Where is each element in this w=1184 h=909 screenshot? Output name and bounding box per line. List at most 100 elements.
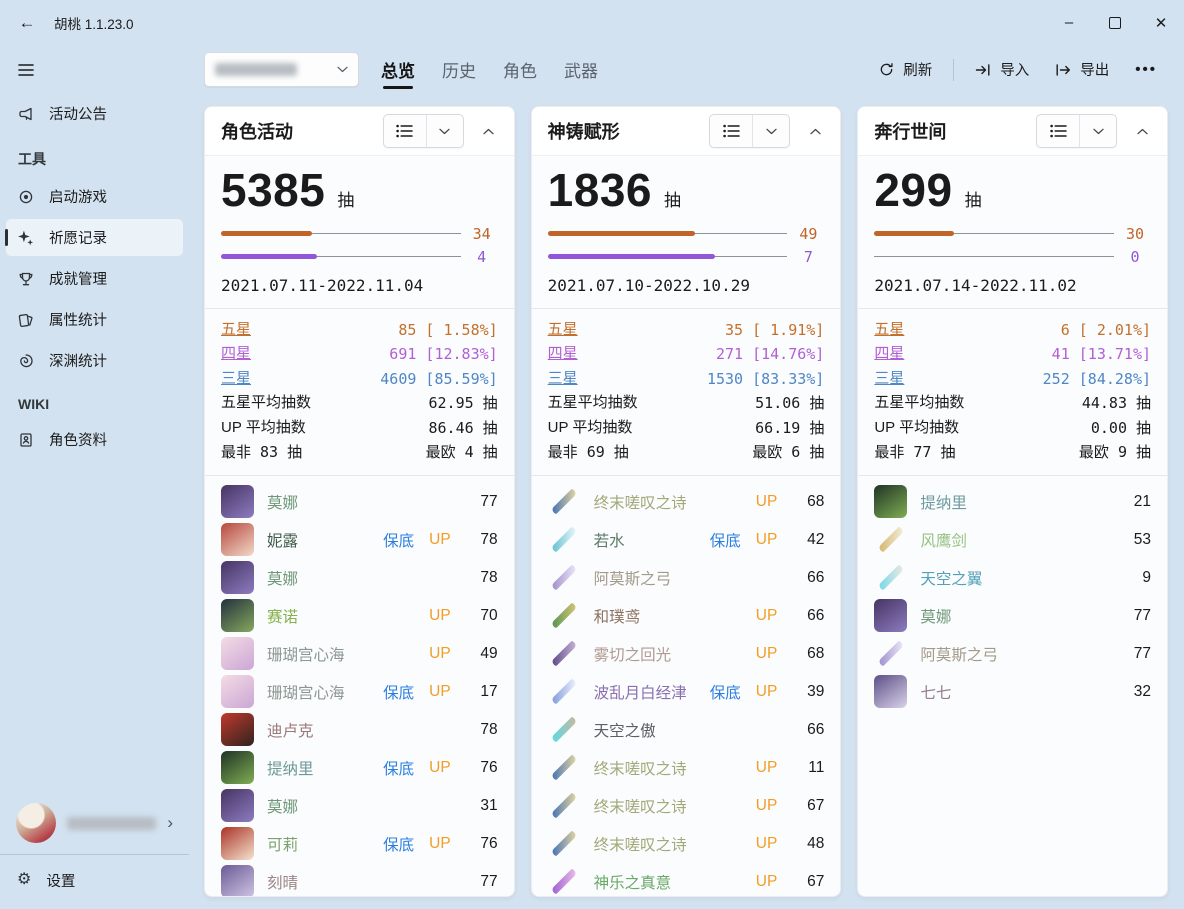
star-filter-link[interactable]: 五星 [548, 318, 578, 343]
user-avatar [16, 803, 56, 843]
tab-weapon[interactable]: 武器 [564, 45, 598, 94]
pull-item-row[interactable]: 珊瑚宫心海保底UP17 [221, 675, 498, 709]
list-view-button[interactable] [384, 115, 426, 147]
star-filter-link[interactable]: 三星 [548, 367, 578, 392]
nav-toggle-button[interactable] [6, 53, 46, 87]
star-filter-link[interactable]: 五星 [221, 318, 251, 343]
close-button[interactable]: ✕ [1138, 0, 1184, 45]
chevron-down-icon [1093, 128, 1104, 135]
star-filter-link[interactable]: 三星 [874, 367, 904, 392]
refresh-button[interactable]: 刷新 [868, 52, 943, 87]
pull-item-row[interactable]: 妮露保底UP78 [221, 523, 498, 557]
collapse-card-button[interactable] [799, 115, 831, 147]
sidebar-item-launch-game[interactable]: 启动游戏 [6, 178, 183, 215]
tab-overview[interactable]: 总览 [381, 45, 415, 94]
character-avatar [221, 751, 254, 784]
star-filter-link[interactable]: 三星 [221, 367, 251, 392]
average-stat-row: 五星平均抽数44.83 抽 [874, 391, 1151, 416]
pull-count: 77 [1123, 607, 1151, 625]
pull-item-row[interactable]: 天空之翼9 [874, 561, 1151, 595]
sidebar-item-settings[interactable]: ⚙ 设置 [6, 859, 183, 901]
user-account-row[interactable]: › [0, 794, 189, 852]
pull-item-row[interactable]: 风鹰剑53 [874, 523, 1151, 557]
pull-item-row[interactable]: 七七32 [874, 675, 1151, 709]
pull-item-row[interactable]: 神乐之真意UP67 [548, 865, 825, 897]
pull-item-row[interactable]: 迪卢克78 [221, 713, 498, 747]
sidebar-item-label: 活动公告 [49, 103, 107, 124]
pull-item-row[interactable]: 珊瑚宫心海UP49 [221, 637, 498, 671]
tab-history[interactable]: 历史 [442, 45, 476, 94]
tab-character[interactable]: 角色 [503, 45, 537, 94]
average-stat-value: 62.95 抽 [428, 391, 497, 416]
character-avatar [221, 713, 254, 746]
pull-item-row[interactable]: 阿莫斯之弓66 [548, 561, 825, 595]
total-pulls-number: 299 [874, 162, 952, 220]
pity-count: 7 [792, 248, 824, 266]
sidebar-item-properties[interactable]: 属性统计 [6, 301, 183, 338]
pull-item-row[interactable]: 莫娜77 [874, 599, 1151, 633]
pull-count: 76 [470, 835, 498, 853]
pull-history-list: 提纳里21 风鹰剑53 天空之翼9 莫娜77 阿莫斯之弓77 七七32 [874, 476, 1151, 897]
pull-item-row[interactable]: 莫娜78 [221, 561, 498, 595]
weapon-icon [548, 485, 581, 518]
item-name: 莫娜 [267, 795, 451, 817]
sidebar-section-wiki: WIKI [0, 381, 189, 419]
up-badge: UP [429, 531, 451, 549]
list-view-button[interactable] [1037, 115, 1079, 147]
collapse-card-button[interactable] [473, 115, 505, 147]
pull-item-row[interactable]: 可莉保底UP76 [221, 827, 498, 861]
sidebar-item-abyss[interactable]: 深渊统计 [6, 342, 183, 379]
pull-item-row[interactable]: 终末嗟叹之诗UP68 [548, 485, 825, 519]
view-options-split-button [1036, 114, 1117, 148]
main-content: 总览 历史 角色 武器 刷新 导入 [189, 45, 1184, 909]
star-filter-link[interactable]: 四星 [874, 342, 904, 367]
pity-progress-5star: 30 [874, 230, 1151, 238]
item-name: 珊瑚宫心海 [267, 643, 416, 665]
pull-item-row[interactable]: 提纳里保底UP76 [221, 751, 498, 785]
star-filter-link[interactable]: 五星 [874, 318, 904, 343]
more-button[interactable]: ••• [1124, 54, 1168, 85]
total-pulls-unit: 抽 [965, 186, 982, 211]
pull-item-row[interactable]: 阿莫斯之弓77 [874, 637, 1151, 671]
worst-pulls: 最非 69 抽 [548, 440, 629, 465]
view-dropdown-button[interactable] [427, 115, 463, 147]
sidebar-item-achievements[interactable]: 成就管理 [6, 260, 183, 297]
pull-item-row[interactable]: 终末嗟叹之诗UP48 [548, 827, 825, 861]
sidebar-item-character-wiki[interactable]: 角色资料 [6, 421, 183, 458]
app-window: ← 胡桃 1.1.23.0 – ✕ 活动公告 工具 [0, 0, 1184, 909]
uid-selector[interactable] [204, 52, 359, 87]
character-avatar [221, 675, 254, 708]
up-badge: UP [756, 759, 778, 777]
pull-item-row[interactable]: 莫娜77 [221, 485, 498, 519]
pull-item-row[interactable]: 终末嗟叹之诗UP11 [548, 751, 825, 785]
weapon-icon [548, 637, 581, 670]
average-stat-value: 0.00 抽 [1091, 416, 1151, 441]
pull-item-row[interactable]: 刻晴77 [221, 865, 498, 897]
import-button[interactable]: 导入 [964, 52, 1040, 87]
minimize-button[interactable]: – [1046, 0, 1092, 45]
view-dropdown-button[interactable] [1080, 115, 1116, 147]
collapse-card-button[interactable] [1126, 115, 1158, 147]
import-label: 导入 [1000, 59, 1029, 80]
star-filter-link[interactable]: 四星 [221, 342, 251, 367]
export-button[interactable]: 导出 [1044, 52, 1120, 87]
sidebar-item-announcement[interactable]: 活动公告 [6, 95, 183, 132]
maximize-button[interactable] [1092, 0, 1138, 45]
pull-item-row[interactable]: 若水保底UP42 [548, 523, 825, 557]
view-dropdown-button[interactable] [753, 115, 789, 147]
character-avatar [221, 827, 254, 860]
view-options-split-button [709, 114, 790, 148]
star-filter-link[interactable]: 四星 [548, 342, 578, 367]
pull-item-row[interactable]: 雾切之回光UP68 [548, 637, 825, 671]
list-view-button[interactable] [710, 115, 752, 147]
sidebar-item-wish-records[interactable]: 祈愿记录 [6, 219, 183, 256]
pull-item-row[interactable]: 天空之傲66 [548, 713, 825, 747]
pull-item-row[interactable]: 波乱月白经津保底UP39 [548, 675, 825, 709]
chevron-down-icon [439, 128, 450, 135]
pull-item-row[interactable]: 和璞鸢UP66 [548, 599, 825, 633]
back-button[interactable]: ← [10, 8, 44, 38]
pull-item-row[interactable]: 提纳里21 [874, 485, 1151, 519]
pull-item-row[interactable]: 赛诺UP70 [221, 599, 498, 633]
pull-item-row[interactable]: 终末嗟叹之诗UP67 [548, 789, 825, 823]
pull-item-row[interactable]: 莫娜31 [221, 789, 498, 823]
